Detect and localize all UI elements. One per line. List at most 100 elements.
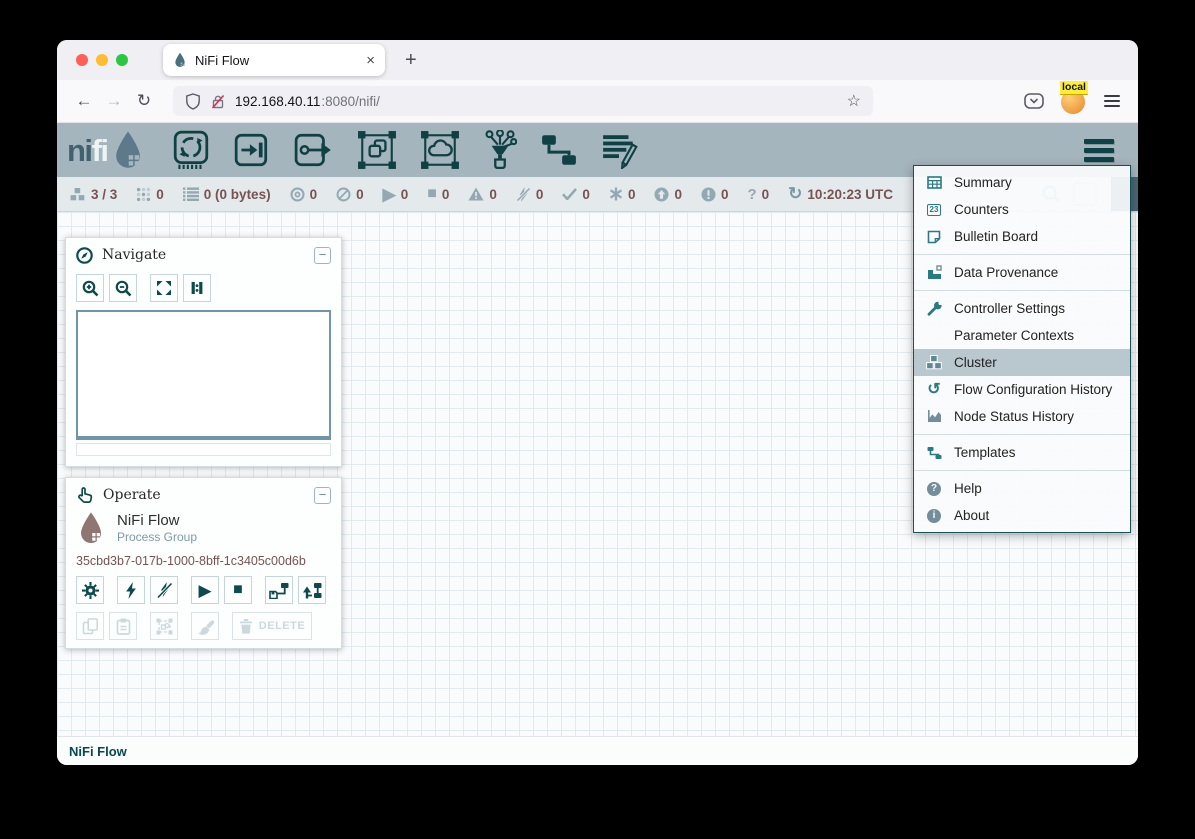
zoom-actual-size-button[interactable] (183, 274, 211, 302)
tab-bar: NiFi Flow × + (57, 40, 1138, 80)
enable-button[interactable] (117, 576, 145, 604)
stat-up-to-date: 0 (562, 187, 590, 202)
group-button[interactable] (150, 612, 178, 640)
menu-item-controller-settings[interactable]: Controller Settings (914, 295, 1130, 322)
stat-active-threads: 0 (136, 187, 164, 202)
stat-stopped: ■ 0 (427, 186, 449, 202)
bookmark-star-icon[interactable]: ☆ (847, 91, 861, 111)
menu-item-node-status-history[interactable]: Node Status History (914, 403, 1130, 430)
delete-label: DELETE (259, 620, 305, 632)
history-icon: ↺ (924, 382, 944, 398)
data-provenance-icon (924, 265, 944, 280)
operate-title: Operate (103, 487, 305, 503)
menu-label: Help (954, 481, 982, 496)
menu-item-templates[interactable]: Templates (914, 439, 1130, 466)
new-tab-button[interactable]: + (397, 40, 425, 80)
sync-failure-question-icon: ? (747, 187, 756, 202)
menu-item-summary[interactable]: Summary (914, 169, 1130, 196)
cluster-cubes-icon (924, 355, 944, 370)
funnel-component-icon[interactable] (483, 130, 517, 170)
stopped-count: 0 (442, 187, 450, 202)
navigate-collapse-button[interactable]: − (314, 247, 331, 264)
input-port-component-icon[interactable] (233, 133, 271, 167)
menu-item-about[interactable]: i About (914, 502, 1130, 529)
refresh-icon[interactable]: ↻ (788, 184, 802, 204)
pocket-icon[interactable] (1024, 93, 1044, 110)
zoom-fit-button[interactable] (150, 274, 178, 302)
operate-actions-row-2: DELETE (76, 612, 331, 640)
output-port-component-icon[interactable] (294, 133, 334, 167)
navigate-palette: Navigate − (65, 237, 342, 467)
disable-button[interactable] (150, 576, 178, 604)
browser-tab[interactable]: NiFi Flow × (163, 44, 385, 76)
stat-refresh: ↻ 10:20:23 UTC (788, 184, 893, 204)
nifi-logo: nifi (67, 130, 146, 170)
menu-label: Summary (954, 175, 1012, 190)
menu-item-parameter-contexts[interactable]: Parameter Contexts (914, 322, 1130, 349)
processor-component-icon[interactable] (172, 130, 210, 170)
change-flow-version-button[interactable] (298, 576, 326, 604)
insecure-lock-icon[interactable] (210, 94, 226, 109)
firefox-window: NiFi Flow × + ← → ↻ 192.168.40.11 :8080/… (57, 40, 1138, 765)
firefox-menu-icon[interactable] (1104, 95, 1120, 107)
paste-button[interactable] (109, 612, 137, 640)
zoom-in-button[interactable] (76, 274, 104, 302)
operate-header[interactable]: Operate − (76, 484, 331, 506)
menu-item-counters[interactable]: 23 Counters (914, 196, 1130, 223)
modified-stale-count: 0 (721, 187, 729, 202)
global-menu-button[interactable] (1084, 139, 1114, 162)
menu-item-cluster[interactable]: Cluster (914, 349, 1130, 376)
minimize-window-button[interactable] (96, 54, 108, 66)
stat-stale: 0 (654, 187, 682, 202)
container-account-avatar[interactable]: local (1060, 88, 1088, 114)
operate-collapse-button[interactable]: − (314, 487, 331, 504)
navigate-header[interactable]: Navigate − (76, 244, 331, 266)
start-button[interactable]: ▶ (191, 576, 219, 604)
delete-button[interactable]: DELETE (232, 612, 312, 640)
close-tab-icon[interactable]: × (366, 53, 375, 68)
menu-label: Cluster (954, 355, 997, 370)
color-button[interactable] (191, 612, 219, 640)
configure-button[interactable] (76, 576, 104, 604)
sync-failure-count: 0 (762, 187, 770, 202)
help-icon: ? (924, 482, 944, 496)
queued-count: 0 (0 bytes) (204, 187, 271, 202)
reload-button[interactable]: ↻ (129, 86, 159, 116)
active-threads-count: 0 (156, 187, 164, 202)
menu-label: Node Status History (954, 409, 1074, 424)
menu-item-help[interactable]: ? Help (914, 475, 1130, 502)
menu-item-bulletin-board[interactable]: Bulletin Board (914, 223, 1130, 250)
process-group-component-icon[interactable] (357, 130, 397, 170)
remote-process-group-component-icon[interactable] (420, 130, 460, 170)
nifi-drop-logo-icon (110, 130, 146, 170)
birdseye-view[interactable] (76, 310, 331, 440)
counters-icon: 23 (924, 204, 944, 216)
birdseye-brush[interactable] (76, 443, 331, 456)
menu-item-data-provenance[interactable]: Data Provenance (914, 259, 1130, 286)
stat-running: ▶ 0 (383, 186, 409, 203)
zoom-window-button[interactable] (116, 54, 128, 66)
label-component-icon[interactable] (601, 131, 639, 169)
transmitting-count: 0 (310, 187, 318, 202)
component-id: 35cbd3b7-017b-1000-8bff-1c3405c00d6b (76, 554, 331, 568)
tracking-protection-shield-icon[interactable] (185, 93, 201, 110)
template-component-icon[interactable] (540, 132, 578, 168)
menu-label: Bulletin Board (954, 229, 1038, 244)
back-button[interactable]: ← (69, 86, 99, 116)
url-bar[interactable]: 192.168.40.11 :8080/nifi/ ☆ (173, 86, 873, 116)
zoom-out-button[interactable] (109, 274, 137, 302)
breadcrumb-bar: NiFi Flow (57, 736, 1138, 765)
menu-item-flow-configuration-history[interactable]: ↺ Flow Configuration History (914, 376, 1130, 403)
navigate-buttons (76, 274, 331, 302)
stop-button[interactable]: ■ (224, 576, 252, 604)
breadcrumb-root[interactable]: NiFi Flow (69, 744, 127, 759)
close-window-button[interactable] (76, 54, 88, 66)
browser-toolbar: ← → ↻ 192.168.40.11 :8080/nifi/ ☆ local (57, 80, 1138, 123)
hand-pointer-icon (76, 486, 94, 504)
tab-title: NiFi Flow (195, 53, 366, 68)
copy-button[interactable] (76, 612, 104, 640)
window-controls (76, 54, 128, 66)
forward-button[interactable]: → (99, 86, 129, 116)
save-flow-version-button[interactable] (265, 576, 293, 604)
stat-not-transmitting: 0 (336, 187, 364, 202)
